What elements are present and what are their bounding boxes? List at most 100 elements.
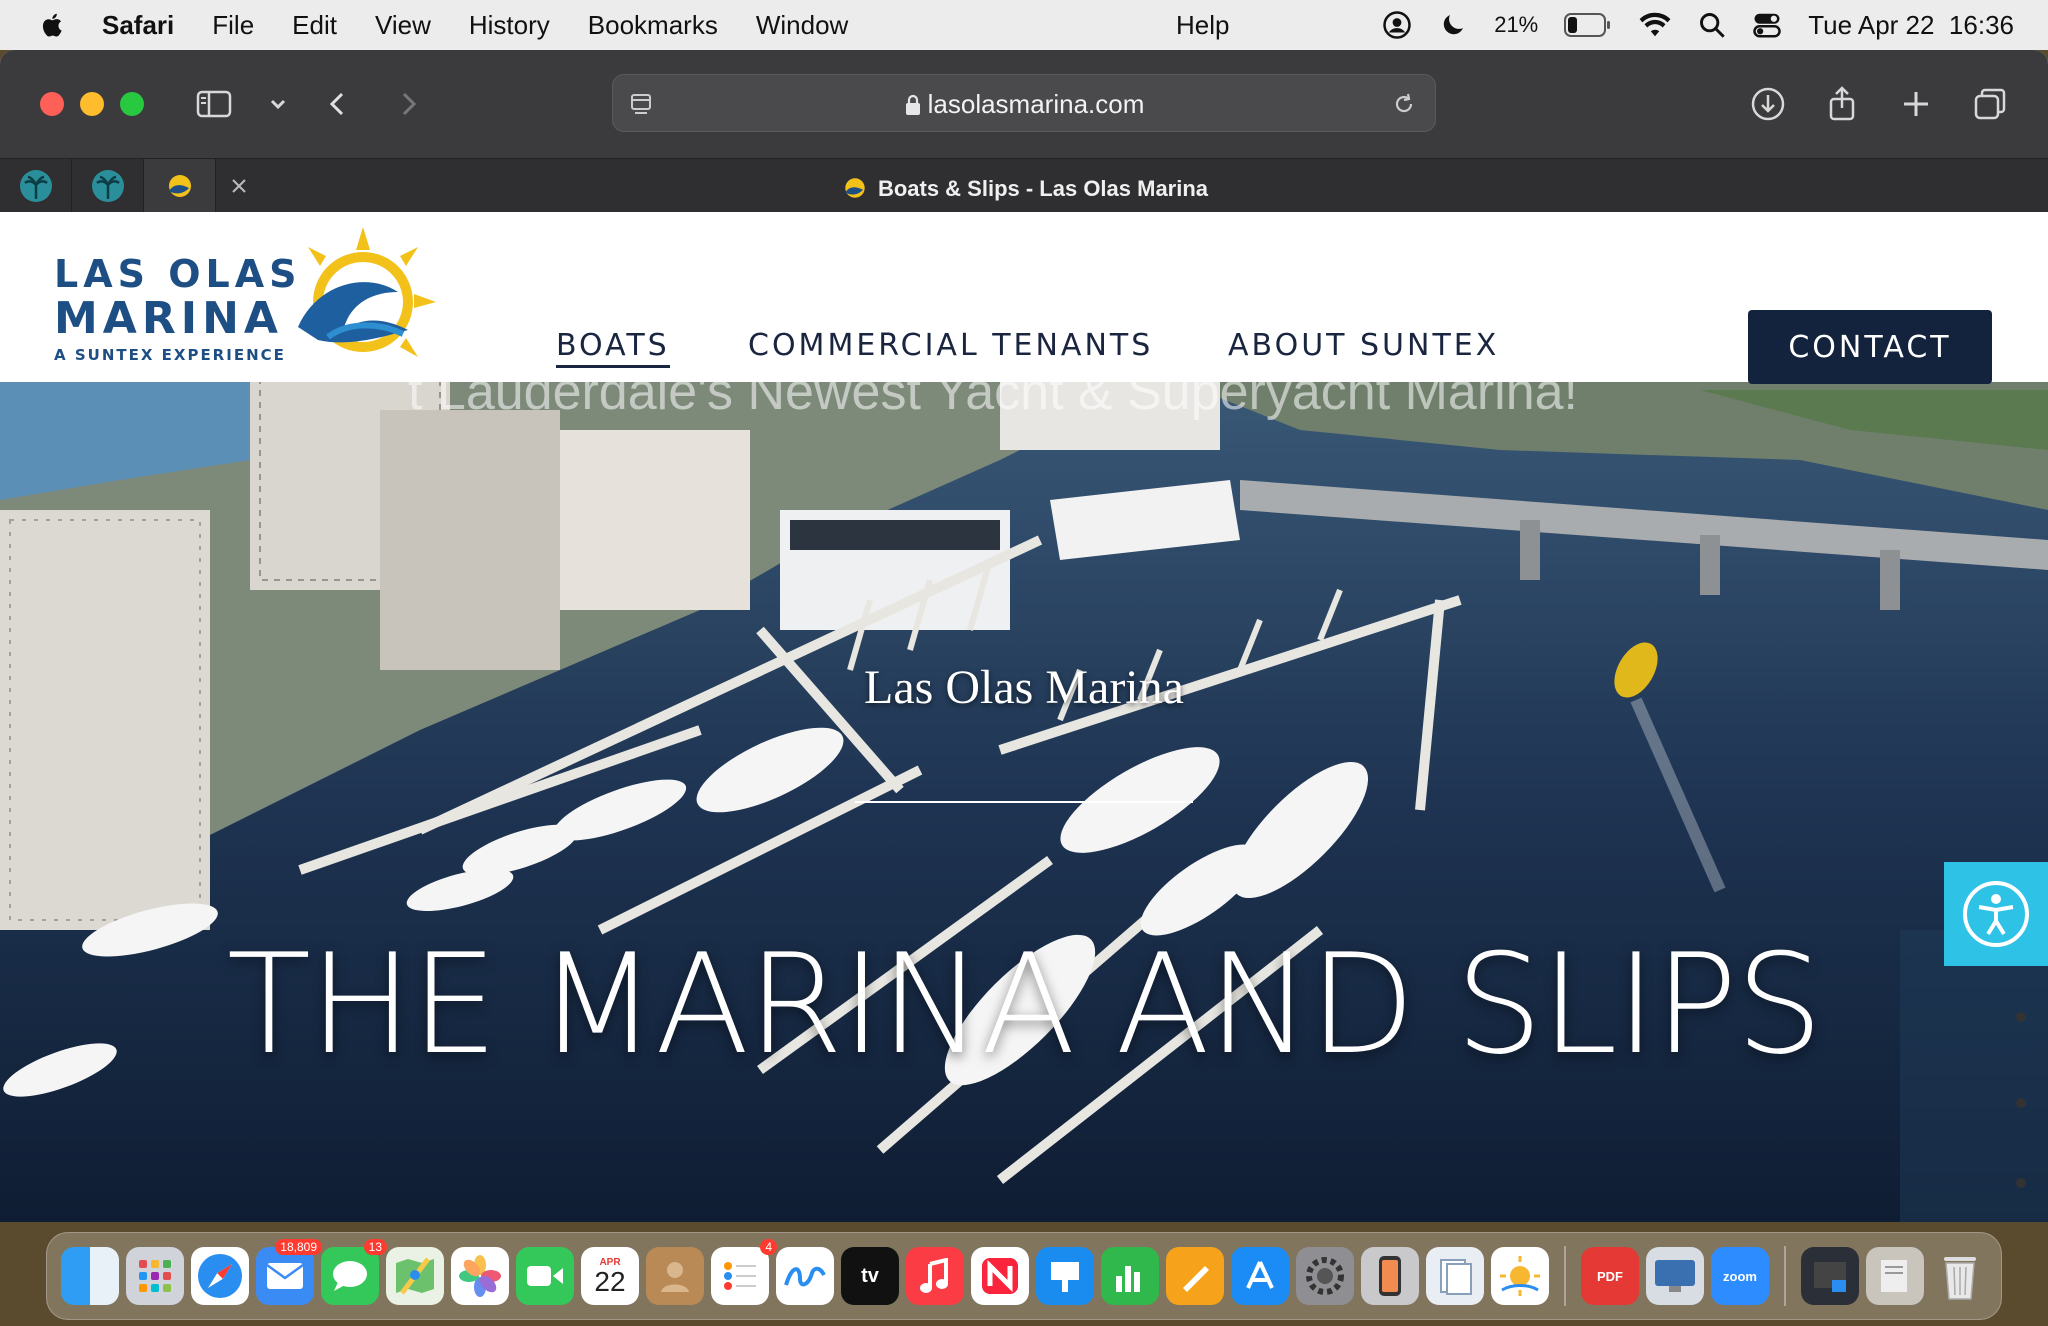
preview-icon[interactable] xyxy=(1426,1247,1484,1305)
logo-line-2: MARINA xyxy=(54,293,283,344)
calendar-day: 22 xyxy=(594,1265,626,1297)
hero-subtitle: Las Olas Marina xyxy=(864,661,1184,714)
url-display: lasolasmarina.com xyxy=(613,89,1435,120)
reminders-icon[interactable]: 4 xyxy=(711,1239,777,1305)
nav-commercial-tenants[interactable]: COMMERCIAL TENANTS xyxy=(748,328,1153,363)
menu-bar: Safari File Edit View History Bookmarks … xyxy=(0,0,2048,50)
pdf-expert-icon[interactable]: PDF xyxy=(1581,1247,1639,1305)
control-center-icon[interactable] xyxy=(1752,10,1782,40)
menubar-clock[interactable]: Tue Apr 22 16:36 xyxy=(1808,10,2014,41)
trash-can-icon xyxy=(1944,1257,1976,1300)
calendar-icon[interactable]: APR 22 xyxy=(581,1247,639,1305)
monitor-icon xyxy=(1655,1260,1695,1292)
apple-tv-icon[interactable]: tv xyxy=(841,1247,899,1305)
messages-icon[interactable]: 13 xyxy=(321,1239,387,1305)
keynote-icon[interactable] xyxy=(1036,1247,1094,1305)
menu-edit[interactable]: Edit xyxy=(292,10,337,41)
menu-file[interactable]: File xyxy=(212,10,254,41)
dock: 18,809 13 APR 22 4 tv PDF zoom xyxy=(46,1232,2002,1320)
nav-about-suntex[interactable]: ABOUT SUNTEX xyxy=(1228,328,1499,363)
menu-bookmarks[interactable]: Bookmarks xyxy=(588,10,718,41)
numbers-icon[interactable] xyxy=(1101,1247,1159,1305)
forward-icon[interactable] xyxy=(388,84,428,124)
system-settings-icon[interactable] xyxy=(1296,1247,1354,1305)
close-window-button[interactable] xyxy=(40,92,64,116)
freeform-icon[interactable] xyxy=(776,1247,834,1305)
downloads-icon[interactable] xyxy=(1748,84,1788,124)
weather-app-icon[interactable] xyxy=(1491,1247,1549,1305)
launchpad-icon[interactable] xyxy=(126,1247,184,1305)
accessibility-button[interactable] xyxy=(1944,862,2048,966)
menu-help[interactable]: Help xyxy=(1176,10,1229,41)
trash-icon[interactable] xyxy=(1931,1247,1989,1305)
facetime-icon[interactable] xyxy=(516,1247,574,1305)
scribble-icon xyxy=(784,1266,826,1287)
contact-button[interactable]: CONTACT xyxy=(1748,310,1992,384)
contacts-icon[interactable] xyxy=(646,1247,704,1305)
music-icon[interactable] xyxy=(906,1247,964,1305)
tab-overview-icon[interactable] xyxy=(1970,84,2010,124)
battery-percent: 21% xyxy=(1494,12,1539,37)
gear-icon xyxy=(1306,1257,1344,1295)
search-icon[interactable] xyxy=(1698,11,1726,39)
hero-tagline: t Lauderdale's Newest Yacht & Superyacht… xyxy=(408,363,1578,421)
app-store-a-icon xyxy=(1246,1261,1274,1289)
chevron-down-icon[interactable] xyxy=(258,84,298,124)
compass-icon xyxy=(198,1254,242,1298)
safari-icon[interactable] xyxy=(191,1247,249,1305)
envelope-icon xyxy=(266,1263,304,1289)
share-icon[interactable] xyxy=(1822,84,1862,124)
focus-moon-icon[interactable] xyxy=(1438,10,1468,40)
bar-chart-icon xyxy=(1116,1266,1140,1292)
document-stack-icon xyxy=(1881,1260,1907,1292)
slide-dot[interactable] xyxy=(2016,1012,2026,1022)
map-icon xyxy=(396,1257,434,1295)
recent-window-thumbnail[interactable] xyxy=(1801,1247,1859,1305)
photos-icon[interactable] xyxy=(451,1247,509,1305)
sidebar-toggle-icon[interactable] xyxy=(194,84,234,124)
slide-dot[interactable] xyxy=(2016,1098,2026,1108)
wifi-icon[interactable] xyxy=(1638,11,1672,39)
pen-icon xyxy=(1183,1266,1209,1292)
reload-icon[interactable] xyxy=(1389,89,1419,119)
hero-divider xyxy=(855,801,1193,803)
apple-logo-icon[interactable] xyxy=(38,10,68,40)
back-icon[interactable] xyxy=(318,84,358,124)
sun-wave-logo-icon[interactable] xyxy=(288,222,438,372)
logo-line-3: A SUNTEX EXPERIENCE xyxy=(54,346,286,364)
menu-window[interactable]: Window xyxy=(756,10,848,41)
news-icon[interactable] xyxy=(971,1247,1029,1305)
slide-dot[interactable] xyxy=(2016,1178,2026,1188)
zoom-icon[interactable]: zoom xyxy=(1711,1247,1769,1305)
zoom-window-button[interactable] xyxy=(120,92,144,116)
safari-window: lasolasmarina.com Boats & Slips - Las Ol… xyxy=(0,50,2048,1222)
app-store-icon[interactable] xyxy=(1231,1247,1289,1305)
music-note-icon xyxy=(920,1258,948,1293)
address-bar[interactable]: lasolasmarina.com xyxy=(612,74,1436,132)
menu-view[interactable]: View xyxy=(375,10,431,41)
menu-history[interactable]: History xyxy=(469,10,550,41)
mail-icon[interactable]: 18,809 xyxy=(256,1239,322,1305)
phone-icon xyxy=(1379,1256,1401,1296)
recent-document-thumbnail[interactable] xyxy=(1866,1247,1924,1305)
web-page: LAS OLAS MARINA A SUNTEX EXPERIENCE BOAT… xyxy=(0,212,2048,1222)
pages-icon[interactable] xyxy=(1166,1247,1224,1305)
marina-favicon-icon xyxy=(845,178,865,198)
document-icon xyxy=(1440,1259,1472,1295)
new-tab-icon[interactable] xyxy=(1896,84,1936,124)
site-logo[interactable]: LAS OLAS MARINA A SUNTEX EXPERIENCE xyxy=(54,252,302,364)
active-tab[interactable]: Boats & Slips - Las Olas Marina xyxy=(0,173,2048,203)
maps-icon[interactable] xyxy=(386,1247,444,1305)
menu-app-name[interactable]: Safari xyxy=(102,10,174,41)
window-thumbnail-icon xyxy=(1814,1262,1846,1292)
screen-sharing-icon[interactable] xyxy=(1646,1247,1704,1305)
flower-icon xyxy=(459,1255,501,1297)
battery-icon[interactable] xyxy=(1564,12,1612,38)
user-account-icon[interactable] xyxy=(1382,10,1412,40)
finder-icon[interactable] xyxy=(61,1247,119,1305)
iphone-mirroring-icon[interactable] xyxy=(1361,1247,1419,1305)
zoom-label: zoom xyxy=(1723,1268,1757,1284)
minimize-window-button[interactable] xyxy=(80,92,104,116)
speech-bubble-icon xyxy=(333,1261,367,1291)
logo-line-1: LAS OLAS xyxy=(54,252,302,296)
